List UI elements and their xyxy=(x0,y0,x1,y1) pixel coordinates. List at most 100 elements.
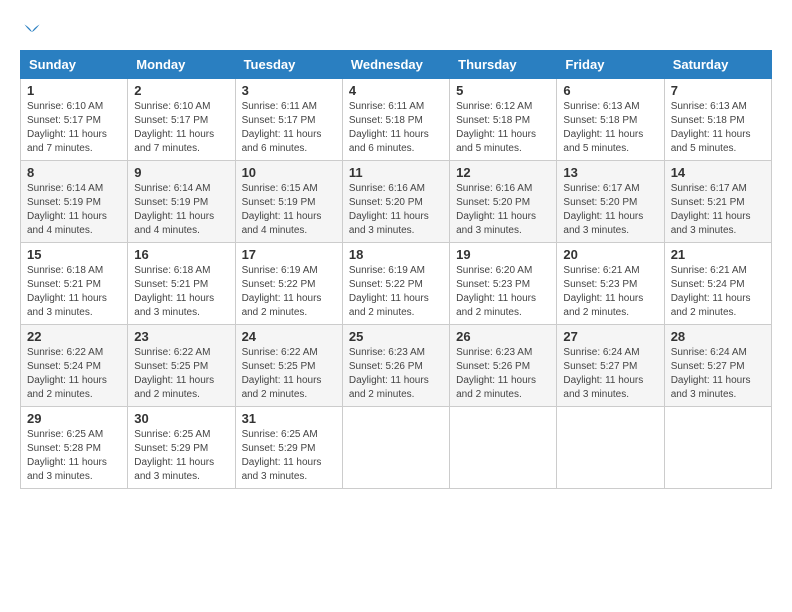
calendar-cell: 15 Sunrise: 6:18 AMSunset: 5:21 PMDayligh… xyxy=(21,242,128,324)
day-info: Sunrise: 6:13 AMSunset: 5:18 PMDaylight:… xyxy=(671,100,765,156)
day-info: Sunrise: 6:22 AMSunset: 5:24 PMDaylight:… xyxy=(27,346,121,402)
calendar-cell: 18Sunrise: 6:19 AMSunset: 5:22 PMDayligh… xyxy=(342,242,449,324)
calendar-cell: 30Sunrise: 6:25 AMSunset: 5:29 PMDayligh… xyxy=(128,406,235,488)
day-number: 29 xyxy=(27,411,121,426)
calendar-cell: 12Sunrise: 6:16 AMSunset: 5:20 PMDayligh… xyxy=(450,160,557,242)
calendar-cell: 8Sunrise: 6:14 AMSunset: 5:19 PMDaylight… xyxy=(21,160,128,242)
calendar-cell: 11 Sunrise: 6:16 AMSunset: 5:20 PMDayligh… xyxy=(342,160,449,242)
day-number: 22 xyxy=(27,329,121,344)
day-info: Sunrise: 6:17 AMSunset: 5:21 PMDaylight:… xyxy=(671,182,765,238)
day-number: 25 xyxy=(349,329,443,344)
day-number: 24 xyxy=(242,329,336,344)
day-info: Sunrise: 6:14 AMSunset: 5:19 PMDaylight:… xyxy=(134,182,228,238)
day-header-tuesday: Tuesday xyxy=(235,50,342,78)
day-number: 21 xyxy=(671,247,765,262)
day-number: 15 xyxy=(27,247,121,262)
calendar-header: SundayMondayTuesdayWednesdayThursdayFrid… xyxy=(21,50,772,78)
day-number: 10 xyxy=(242,165,336,180)
day-number: 14 xyxy=(671,165,765,180)
calendar-cell: 24 Sunrise: 6:22 AMSunset: 5:25 PMDayligh… xyxy=(235,324,342,406)
calendar-cell: 2 Sunrise: 6:10 AMSunset: 5:17 PMDaylight… xyxy=(128,78,235,160)
day-info: Sunrise: 6:12 AMSunset: 5:18 PMDaylight:… xyxy=(456,100,550,156)
day-info: Sunrise: 6:10 AMSunset: 5:17 PMDaylight:… xyxy=(134,100,228,156)
day-header-wednesday: Wednesday xyxy=(342,50,449,78)
calendar-table: SundayMondayTuesdayWednesdayThursdayFrid… xyxy=(20,50,772,489)
calendar-cell xyxy=(342,406,449,488)
day-info: Sunrise: 6:19 AMSunset: 5:22 PMDaylight:… xyxy=(242,264,336,320)
calendar-cell: 22 Sunrise: 6:22 AMSunset: 5:24 PMDayligh… xyxy=(21,324,128,406)
day-number: 23 xyxy=(134,329,228,344)
day-info: Sunrise: 6:21 AMSunset: 5:24 PMDaylight:… xyxy=(671,264,765,320)
day-number: 11 xyxy=(349,165,443,180)
calendar-cell xyxy=(664,406,771,488)
day-info: Sunrise: 6:15 AMSunset: 5:19 PMDaylight:… xyxy=(242,182,336,238)
calendar-cell: 26Sunrise: 6:23 AMSunset: 5:26 PMDayligh… xyxy=(450,324,557,406)
calendar-cell xyxy=(450,406,557,488)
header-row: SundayMondayTuesdayWednesdayThursdayFrid… xyxy=(21,50,772,78)
day-info: Sunrise: 6:25 AMSunset: 5:28 PMDaylight:… xyxy=(27,428,121,484)
day-number: 6 xyxy=(563,83,657,98)
calendar-cell: 20 Sunrise: 6:21 AMSunset: 5:23 PMDayligh… xyxy=(557,242,664,324)
day-header-saturday: Saturday xyxy=(664,50,771,78)
calendar-cell: 10 Sunrise: 6:15 AMSunset: 5:19 PMDayligh… xyxy=(235,160,342,242)
day-info: Sunrise: 6:18 AMSunset: 5:21 PMDaylight:… xyxy=(134,264,228,320)
day-number: 31 xyxy=(242,411,336,426)
day-info: Sunrise: 6:16 AMSunset: 5:20 PMDaylight:… xyxy=(349,182,443,238)
calendar-cell: 28 Sunrise: 6:24 AMSunset: 5:27 PMDayligh… xyxy=(664,324,771,406)
calendar-body: 1 Sunrise: 6:10 AMSunset: 5:17 PMDaylight… xyxy=(21,78,772,488)
day-info: Sunrise: 6:10 AMSunset: 5:17 PMDaylight:… xyxy=(27,100,121,156)
day-number: 2 xyxy=(134,83,228,98)
calendar-cell: 4 Sunrise: 6:11 AMSunset: 5:18 PMDaylight… xyxy=(342,78,449,160)
day-info: Sunrise: 6:14 AMSunset: 5:19 PMDaylight:… xyxy=(27,182,121,238)
day-number: 26 xyxy=(456,329,550,344)
day-number: 17 xyxy=(242,247,336,262)
calendar-cell: 7 Sunrise: 6:13 AMSunset: 5:18 PMDaylight… xyxy=(664,78,771,160)
calendar-cell: 31 Sunrise: 6:25 AMSunset: 5:29 PMDayligh… xyxy=(235,406,342,488)
day-number: 4 xyxy=(349,83,443,98)
calendar-cell: 23 Sunrise: 6:22 AMSunset: 5:25 PMDayligh… xyxy=(128,324,235,406)
day-number: 20 xyxy=(563,247,657,262)
day-info: Sunrise: 6:21 AMSunset: 5:23 PMDaylight:… xyxy=(563,264,657,320)
day-header-friday: Friday xyxy=(557,50,664,78)
header xyxy=(20,20,772,42)
week-row-3: 15 Sunrise: 6:18 AMSunset: 5:21 PMDayligh… xyxy=(21,242,772,324)
calendar-cell: 5Sunrise: 6:12 AMSunset: 5:18 PMDaylight… xyxy=(450,78,557,160)
day-info: Sunrise: 6:13 AMSunset: 5:18 PMDaylight:… xyxy=(563,100,657,156)
day-number: 7 xyxy=(671,83,765,98)
day-number: 1 xyxy=(27,83,121,98)
calendar-cell: 27 Sunrise: 6:24 AMSunset: 5:27 PMDayligh… xyxy=(557,324,664,406)
day-info: Sunrise: 6:11 AMSunset: 5:17 PMDaylight:… xyxy=(242,100,336,156)
calendar-cell: 19Sunrise: 6:20 AMSunset: 5:23 PMDayligh… xyxy=(450,242,557,324)
week-row-1: 1 Sunrise: 6:10 AMSunset: 5:17 PMDaylight… xyxy=(21,78,772,160)
day-info: Sunrise: 6:25 AMSunset: 5:29 PMDaylight:… xyxy=(242,428,336,484)
day-header-sunday: Sunday xyxy=(21,50,128,78)
day-info: Sunrise: 6:18 AMSunset: 5:21 PMDaylight:… xyxy=(27,264,121,320)
day-info: Sunrise: 6:22 AMSunset: 5:25 PMDaylight:… xyxy=(242,346,336,402)
day-info: Sunrise: 6:24 AMSunset: 5:27 PMDaylight:… xyxy=(671,346,765,402)
logo-bird-icon xyxy=(22,22,42,42)
calendar-cell: 29 Sunrise: 6:25 AMSunset: 5:28 PMDayligh… xyxy=(21,406,128,488)
day-number: 9 xyxy=(134,165,228,180)
calendar-cell: 14 Sunrise: 6:17 AMSunset: 5:21 PMDayligh… xyxy=(664,160,771,242)
calendar-cell: 9 Sunrise: 6:14 AMSunset: 5:19 PMDaylight… xyxy=(128,160,235,242)
calendar-cell: 1 Sunrise: 6:10 AMSunset: 5:17 PMDaylight… xyxy=(21,78,128,160)
day-info: Sunrise: 6:23 AMSunset: 5:26 PMDaylight:… xyxy=(349,346,443,402)
week-row-5: 29 Sunrise: 6:25 AMSunset: 5:28 PMDayligh… xyxy=(21,406,772,488)
calendar-cell: 3 Sunrise: 6:11 AMSunset: 5:17 PMDaylight… xyxy=(235,78,342,160)
day-number: 16 xyxy=(134,247,228,262)
day-info: Sunrise: 6:11 AMSunset: 5:18 PMDaylight:… xyxy=(349,100,443,156)
day-number: 27 xyxy=(563,329,657,344)
day-info: Sunrise: 6:25 AMSunset: 5:29 PMDaylight:… xyxy=(134,428,228,484)
day-info: Sunrise: 6:22 AMSunset: 5:25 PMDaylight:… xyxy=(134,346,228,402)
calendar-cell: 13Sunrise: 6:17 AMSunset: 5:20 PMDayligh… xyxy=(557,160,664,242)
calendar-cell: 21 Sunrise: 6:21 AMSunset: 5:24 PMDayligh… xyxy=(664,242,771,324)
logo xyxy=(20,20,42,42)
day-number: 3 xyxy=(242,83,336,98)
day-info: Sunrise: 6:24 AMSunset: 5:27 PMDaylight:… xyxy=(563,346,657,402)
calendar-cell: 25 Sunrise: 6:23 AMSunset: 5:26 PMDayligh… xyxy=(342,324,449,406)
day-number: 18 xyxy=(349,247,443,262)
calendar-cell: 6 Sunrise: 6:13 AMSunset: 5:18 PMDaylight… xyxy=(557,78,664,160)
calendar-cell xyxy=(557,406,664,488)
day-info: Sunrise: 6:16 AMSunset: 5:20 PMDaylight:… xyxy=(456,182,550,238)
day-number: 28 xyxy=(671,329,765,344)
